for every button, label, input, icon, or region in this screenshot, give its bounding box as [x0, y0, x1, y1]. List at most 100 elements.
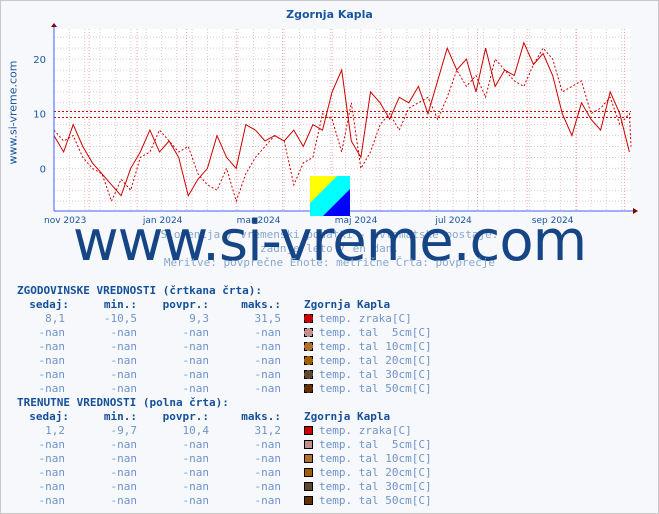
cell-value: -nan	[254, 354, 282, 367]
series-label: temp. tal 10cm[C]	[319, 452, 432, 465]
cell-value: 31,2	[254, 424, 282, 437]
series-label: temp. tal 30cm[C]	[319, 480, 432, 493]
cell-value: -nan	[110, 368, 138, 381]
subtitle-3: Meritve: povprečne Enote: metrične Črta:…	[163, 256, 496, 269]
column-header: sedaj:	[29, 298, 69, 311]
column-header: min.:	[103, 410, 137, 423]
cell-value: -nan	[182, 452, 210, 465]
cell-value: -10,5	[103, 312, 137, 325]
cell-value: -nan	[110, 466, 138, 479]
cell-value: -nan	[182, 480, 210, 493]
series-label: temp. tal 5cm[C]	[319, 438, 432, 451]
series-label: temp. tal 20cm[C]	[319, 354, 432, 367]
cell-value: -nan	[254, 466, 282, 479]
y-tick-label: 0	[40, 164, 46, 175]
legend-swatch	[304, 328, 313, 337]
series-label: temp. tal 20cm[C]	[319, 466, 432, 479]
cell-value: 1,2	[45, 424, 65, 437]
cell-value: -nan	[182, 326, 210, 339]
table-row: -nan -nan -nan -nan temp. tal 30cm[C]	[1, 368, 658, 382]
column-header: sedaj:	[29, 410, 69, 423]
legend-swatch	[304, 356, 313, 365]
column-header: maks.:	[241, 298, 281, 311]
legend-swatch	[304, 496, 313, 505]
table-heading: TRENUTNE VREDNOSTI (polna črta):	[17, 396, 229, 409]
cell-value: -nan	[38, 354, 66, 367]
legend-swatch	[304, 314, 313, 323]
cell-value: 31,5	[254, 312, 282, 325]
legend-swatch	[304, 454, 313, 463]
cell-value: -nan	[110, 340, 138, 353]
table-row: -nan -nan -nan -nan temp. tal 10cm[C]	[1, 452, 658, 466]
cell-value: -nan	[110, 494, 138, 507]
table-row: -nan -nan -nan -nan temp. tal 50cm[C]	[1, 382, 658, 396]
table-row: -nan -nan -nan -nan temp. tal 10cm[C]	[1, 340, 658, 354]
series-label: temp. zraka[C]	[319, 424, 412, 437]
cell-value: -nan	[182, 368, 210, 381]
table-row: -nan -nan -nan -nan temp. tal 20cm[C]	[1, 466, 658, 480]
table-row: -nan -nan -nan -nan temp. tal 5cm[C]	[1, 326, 658, 340]
series-label: temp. tal 30cm[C]	[319, 368, 432, 381]
cell-value: -9,7	[110, 424, 138, 437]
legend-swatch	[304, 384, 313, 393]
cell-value: -nan	[38, 326, 66, 339]
cell-value: -nan	[254, 494, 282, 507]
table-row: -nan -nan -nan -nan temp. tal 5cm[C]	[1, 438, 658, 452]
cell-value: -nan	[254, 480, 282, 493]
legend-swatch	[304, 426, 313, 435]
cell-value: -nan	[254, 326, 282, 339]
chart-frame: Zgornja Kapla www.si-vreme.com 0 10 20 nov …	[0, 0, 659, 514]
cell-value: -nan	[182, 354, 210, 367]
station-header: Zgornja Kapla	[304, 410, 391, 423]
y-tick-label: 20	[33, 55, 46, 66]
table-header-row: sedaj: min.: povpr.: maks.: Zgornja Kapla	[1, 298, 658, 312]
cell-value: -nan	[110, 480, 138, 493]
legend-swatch	[304, 370, 313, 379]
column-header: maks.:	[241, 410, 281, 423]
legend-swatch	[304, 342, 313, 351]
table-row: -nan -nan -nan -nan temp. tal 30cm[C]	[1, 480, 658, 494]
cell-value: -nan	[110, 326, 138, 339]
series-label: temp. tal 50cm[C]	[319, 382, 432, 395]
cell-value: -nan	[38, 494, 66, 507]
station-header: Zgornja Kapla	[304, 298, 391, 311]
y-tick-label: 10	[33, 110, 46, 121]
table-row: -nan -nan -nan -nan temp. tal 20cm[C]	[1, 354, 658, 368]
chart: 01020nov 2023 jan 2024 mar 2024 maj 2024 jul…	[33, 23, 638, 226]
cell-value: -nan	[254, 382, 282, 395]
series-label: temp. tal 50cm[C]	[319, 494, 432, 507]
cell-value: -nan	[110, 438, 138, 451]
cell-value: -nan	[38, 438, 66, 451]
cell-value: -nan	[38, 340, 66, 353]
column-header: min.:	[103, 298, 137, 311]
cell-value: 10,4	[182, 424, 210, 437]
cell-value: -nan	[110, 382, 138, 395]
cell-value: -nan	[110, 354, 138, 367]
table-heading: ZGODOVINSKE VREDNOSTI (črtkana črta):	[17, 284, 263, 297]
cell-value: -nan	[38, 466, 66, 479]
y-axis-arrow	[51, 23, 57, 27]
column-header: povpr.:	[162, 298, 209, 311]
series-label: temp. tal 5cm[C]	[319, 326, 432, 339]
table-row: -nan -nan -nan -nan temp. tal 50cm[C]	[1, 494, 658, 508]
legend-swatch	[304, 440, 313, 449]
cell-value: -nan	[182, 438, 210, 451]
cell-value: -nan	[38, 368, 66, 381]
cell-value: -nan	[254, 368, 282, 381]
cell-value: -nan	[254, 452, 282, 465]
legend-swatch	[304, 482, 313, 491]
cell-value: -nan	[182, 466, 210, 479]
table-row: 1,2 -9,7 10,4 31,2 temp. zraka[C]	[1, 424, 658, 438]
table-header-row: sedaj: min.: povpr.: maks.: Zgornja Kapla	[1, 410, 658, 424]
cell-value: -nan	[254, 340, 282, 353]
column-header: povpr.:	[162, 410, 209, 423]
cell-value: 9,3	[189, 312, 209, 325]
cell-value: -nan	[38, 452, 66, 465]
legend-swatch	[304, 468, 313, 477]
series-label: temp. zraka[C]	[319, 312, 412, 325]
cell-value: -nan	[254, 438, 282, 451]
cell-value: -nan	[182, 494, 210, 507]
cell-value: -nan	[38, 382, 66, 395]
cell-value: -nan	[110, 452, 138, 465]
series-label: temp. tal 10cm[C]	[319, 340, 432, 353]
